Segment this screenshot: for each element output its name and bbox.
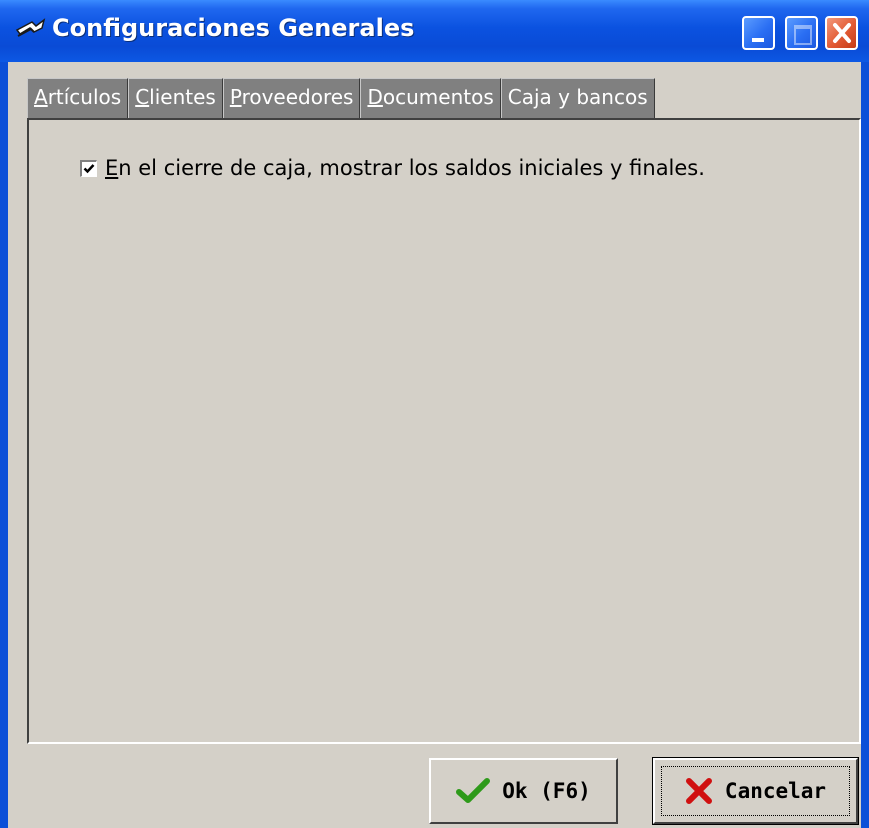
window-title: Configuraciones Generales <box>52 14 415 42</box>
title-bar[interactable]: Configuraciones Generales <box>0 0 869 62</box>
show-balances-option[interactable]: En el cierre de caja, mostrar los saldos… <box>80 156 705 180</box>
maximize-icon <box>794 25 812 45</box>
tab-caja-y-bancos[interactable]: Caja y bancos <box>500 78 655 118</box>
tab-panel-caja-y-bancos: En el cierre de caja, mostrar los saldos… <box>27 118 861 744</box>
close-button[interactable] <box>825 16 858 50</box>
label-text: n el cierre de caja, mostrar los saldos … <box>118 156 705 180</box>
tab-mnemonic: P <box>229 85 242 109</box>
focus-ring <box>661 766 850 816</box>
tab-label: roveedores <box>241 85 354 109</box>
tab-label: ocumentos <box>382 85 494 109</box>
tab-label: lientes <box>149 85 216 109</box>
maximize-button[interactable] <box>785 16 818 50</box>
checkmark-icon <box>83 163 95 173</box>
app-icon <box>14 14 48 44</box>
tab-clientes[interactable]: Clientes <box>128 78 223 118</box>
tab-documentos[interactable]: Documentos <box>360 78 501 118</box>
tab-strip: Artículos Clientes Proveedores Documento… <box>27 78 655 118</box>
show-balances-checkbox[interactable] <box>80 159 97 177</box>
tab-mnemonic: A <box>34 85 48 109</box>
label-mnemonic: E <box>105 156 119 180</box>
ok-button[interactable]: Ok (F6) <box>429 758 618 824</box>
tab-proveedores[interactable]: Proveedores <box>222 78 361 118</box>
show-balances-label[interactable]: En el cierre de caja, mostrar los saldos… <box>105 156 705 180</box>
ok-button-label: Ok (F6) <box>502 779 591 803</box>
checkmark-icon <box>456 778 491 804</box>
close-icon <box>833 23 851 43</box>
tab-label: Caja y bancos <box>507 85 648 109</box>
tab-label: rtículos <box>47 85 122 109</box>
minimize-button[interactable] <box>742 16 775 50</box>
cancel-button[interactable]: Cancelar <box>652 757 859 825</box>
dialog-window: Configuraciones Generales Artículos Clie… <box>0 0 869 828</box>
minimize-icon <box>752 38 764 42</box>
tab-mnemonic: C <box>135 85 150 109</box>
tab-articulos[interactable]: Artículos <box>27 78 129 118</box>
tab-mnemonic: D <box>367 85 383 109</box>
dialog-client-area: Artículos Clientes Proveedores Documento… <box>8 62 861 828</box>
